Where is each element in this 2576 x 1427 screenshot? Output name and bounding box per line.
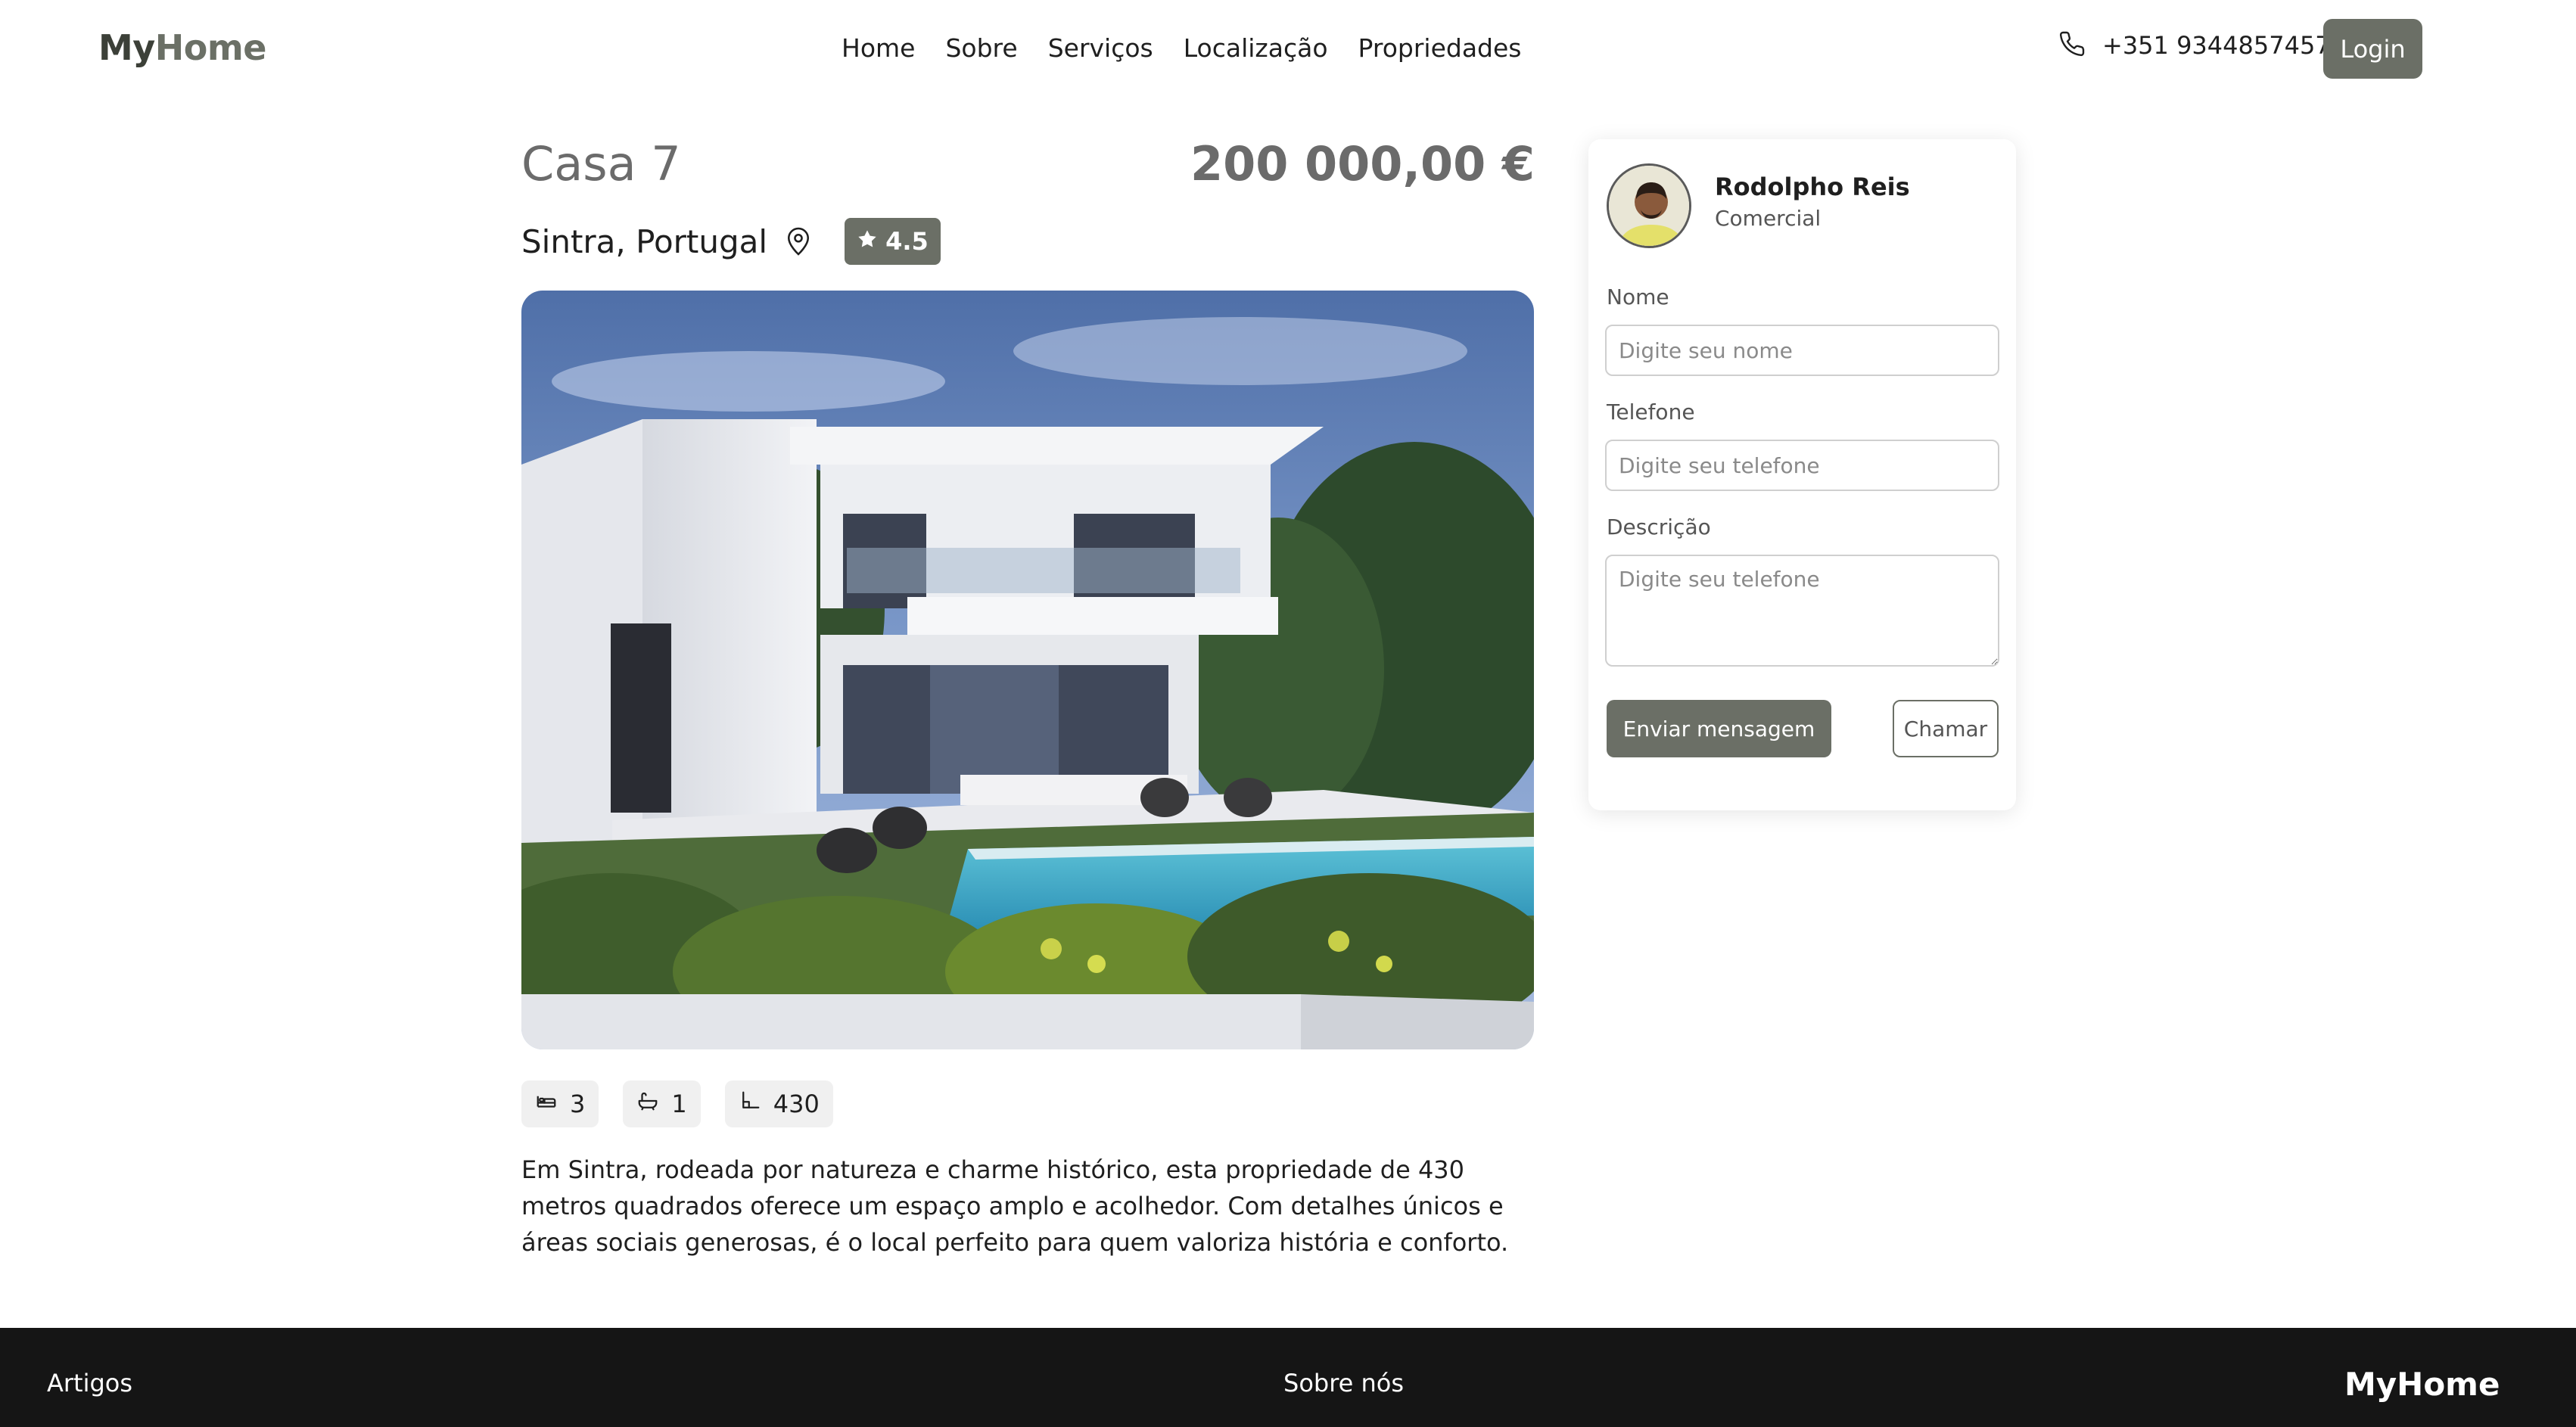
header-phone[interactable]: +351 9344857457	[2058, 30, 2331, 61]
send-message-button[interactable]: Enviar mensagem	[1607, 700, 1831, 757]
rating-badge: 4.5	[845, 218, 941, 265]
area-value: 430	[773, 1090, 820, 1118]
nav-localizacao[interactable]: Localização	[1184, 33, 1328, 63]
agent-role: Comercial	[1715, 206, 1822, 231]
property-description: Em Sintra, rodeada por natureza e charme…	[521, 1155, 1509, 1257]
nav-propriedades[interactable]: Propriedades	[1358, 33, 1522, 63]
footer: Artigos Sobre nós MyHome	[0, 1328, 2576, 1427]
agent-avatar	[1607, 163, 1691, 248]
location-row: Sintra, Portugal 4.5	[521, 218, 941, 265]
property-price: 200 000,00 €	[1190, 136, 1535, 191]
phone-icon	[2058, 30, 2086, 61]
feature-chips: 3 1 430	[521, 1080, 833, 1127]
property-page: MyHome Home Sobre Serviços Localização P…	[0, 0, 2576, 1427]
logo-part-my: My	[98, 27, 155, 68]
footer-link-artigos[interactable]: Artigos	[47, 1369, 132, 1397]
feature-bedrooms: 3	[521, 1080, 599, 1127]
nav-home[interactable]: Home	[842, 33, 915, 63]
map-pin-icon[interactable]	[786, 226, 811, 256]
feature-area: 430	[724, 1080, 833, 1127]
name-input[interactable]	[1605, 325, 1999, 376]
logo-part-home: Home	[154, 27, 267, 68]
footer-link-sobre-nos[interactable]: Sobre nós	[1283, 1369, 1404, 1397]
call-button[interactable]: Chamar	[1893, 700, 1999, 757]
description-textarea[interactable]	[1605, 555, 1999, 667]
property-location: Sintra, Portugal	[521, 222, 768, 260]
nav-sobre[interactable]: Sobre	[945, 33, 1017, 63]
login-button[interactable]: Login	[2323, 19, 2422, 79]
bathrooms-count: 1	[671, 1090, 687, 1118]
description-label: Descrição	[1607, 515, 1711, 539]
contact-card: Rodolpho Reis Comercial Nome Telefone De…	[1588, 139, 2016, 810]
bathtub-icon	[636, 1090, 659, 1118]
phone-label: Telefone	[1607, 399, 1695, 424]
property-photo[interactable]	[521, 291, 1534, 1049]
bedrooms-count: 3	[570, 1090, 586, 1118]
phone-number: +351 9344857457	[2102, 31, 2331, 60]
bed-icon	[535, 1090, 558, 1118]
main-nav: Home Sobre Serviços Localização Propried…	[842, 33, 1522, 63]
brand-logo[interactable]: MyHome	[98, 27, 267, 68]
top-header: MyHome Home Sobre Serviços Localização P…	[0, 0, 2576, 98]
property-title: Casa 7	[521, 136, 681, 191]
name-label: Nome	[1607, 284, 1669, 309]
rating-value: 4.5	[885, 227, 929, 256]
footer-logo[interactable]: MyHome	[2344, 1366, 2500, 1403]
star-icon	[857, 227, 878, 256]
area-icon	[739, 1090, 761, 1118]
nav-servicos[interactable]: Serviços	[1048, 33, 1153, 63]
feature-bathrooms: 1	[623, 1080, 701, 1127]
phone-input[interactable]	[1605, 440, 1999, 491]
agent-name: Rodolpho Reis	[1715, 173, 1910, 201]
